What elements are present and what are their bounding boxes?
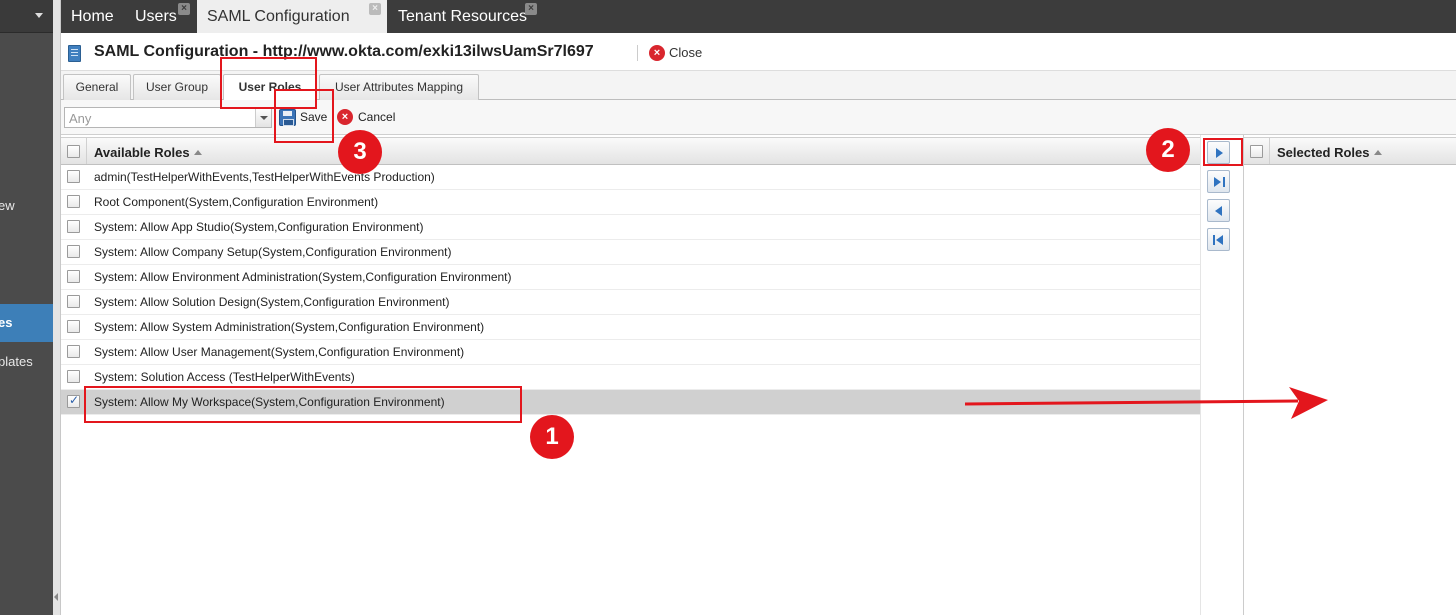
role-label: Root Component(System,Configuration Envi…: [94, 195, 379, 209]
tab-label: Tenant Resources: [398, 8, 527, 25]
filter-value: Any: [69, 111, 92, 126]
tab-label: Users: [135, 8, 177, 25]
annotation-box-selected-row: [84, 386, 522, 423]
move-all-left-button[interactable]: [1207, 228, 1230, 251]
close-icon[interactable]: ×: [178, 3, 190, 15]
close-label: Close: [669, 45, 703, 60]
row-checkbox[interactable]: [67, 393, 80, 408]
header-checkbox-cell: [1244, 138, 1270, 164]
chevron-down-icon[interactable]: [255, 108, 271, 127]
role-label: System: Solution Access (TestHelperWithE…: [94, 370, 355, 384]
annotation-step-1: 1: [530, 415, 574, 459]
grid-header: Available Roles: [61, 137, 1200, 165]
row-checkbox[interactable]: [67, 295, 80, 308]
row-checkbox[interactable]: [67, 170, 80, 183]
tab-home[interactable]: Home: [61, 0, 125, 33]
table-row[interactable]: admin(TestHelperWithEvents,TestHelperWit…: [61, 165, 1200, 190]
close-icon: ×: [649, 45, 665, 61]
top-tab-bar: Home Users × SAML Configuration × Tenant R…: [61, 0, 1456, 33]
header-checkbox-cell: [61, 138, 87, 164]
grid-rows: admin(TestHelperWithEvents,TestHelperWit…: [61, 165, 1200, 415]
row-checkbox[interactable]: [67, 220, 80, 233]
tab-tenant-resources[interactable]: Tenant Resources ×: [388, 0, 548, 33]
role-label: admin(TestHelperWithEvents,TestHelperWit…: [94, 170, 435, 184]
tab-label: SAML Configuration: [207, 8, 350, 25]
row-checkbox[interactable]: [67, 370, 80, 383]
page-title: SAML Configuration - http://www.okta.com…: [94, 43, 594, 60]
close-button[interactable]: × Close: [649, 44, 702, 62]
left-sidebar: ew es plates: [0, 0, 53, 615]
annotation-box-save: [274, 89, 334, 143]
table-row[interactable]: Root Component(System,Configuration Envi…: [61, 190, 1200, 215]
annotation-step-3: 3: [338, 130, 382, 174]
annotation-arrow: [964, 387, 1328, 419]
table-row[interactable]: System: Allow Company Setup(System,Confi…: [61, 240, 1200, 265]
role-label: System: Allow App Studio(System,Configur…: [94, 220, 424, 234]
cancel-label: Cancel: [358, 110, 396, 124]
sidebar-item[interactable]: plates: [0, 352, 53, 372]
move-left-button[interactable]: [1207, 199, 1230, 222]
sidebar-dropdown[interactable]: [0, 0, 53, 33]
row-checkbox[interactable]: [67, 245, 80, 258]
column-header-available-roles[interactable]: Available Roles: [94, 145, 202, 160]
available-roles-grid: Available Roles admin(TestHelperWithEven…: [61, 135, 1200, 615]
sort-ascending-icon: [193, 150, 202, 155]
arrow-left-icon: [1215, 206, 1222, 216]
header-label: Available Roles: [94, 145, 190, 160]
sidebar-item[interactable]: ew: [0, 196, 53, 216]
row-checkbox[interactable]: [67, 320, 80, 333]
arrow-left-end-icon: [1216, 235, 1223, 245]
row-checkbox[interactable]: [67, 270, 80, 283]
tab-user-group[interactable]: User Group: [133, 74, 221, 100]
filter-select[interactable]: Any: [64, 107, 272, 128]
tab-general[interactable]: General: [63, 74, 131, 100]
cancel-button[interactable]: × Cancel: [337, 108, 395, 128]
table-row[interactable]: System: Allow User Management(System,Con…: [61, 340, 1200, 365]
role-label: System: Allow Solution Design(System,Con…: [94, 295, 450, 309]
sort-ascending-icon: [1373, 150, 1382, 155]
tab-label: Home: [71, 8, 114, 25]
table-row[interactable]: System: Allow Solution Design(System,Con…: [61, 290, 1200, 315]
row-checkbox[interactable]: [67, 345, 80, 358]
annotation-box-move-right: [1203, 138, 1243, 166]
grid-header: Selected Roles: [1244, 137, 1456, 165]
arrow-head: [1289, 387, 1328, 419]
mover-buttons: [1200, 135, 1242, 615]
tab-users[interactable]: Users ×: [125, 0, 197, 33]
close-icon[interactable]: ×: [369, 3, 381, 15]
table-row[interactable]: System: Allow System Administration(Syst…: [61, 315, 1200, 340]
row-checkbox[interactable]: [67, 195, 80, 208]
tab-user-attributes-mapping[interactable]: User Attributes Mapping: [319, 74, 479, 100]
cancel-icon: ×: [337, 109, 353, 125]
selected-roles-grid: Selected Roles: [1243, 135, 1456, 615]
arrow-shaft: [964, 399, 1299, 406]
sidebar-item-active[interactable]: es: [0, 304, 53, 342]
bar-icon: [1213, 235, 1215, 245]
move-all-right-button[interactable]: [1207, 170, 1230, 193]
role-label: System: Allow User Management(System,Con…: [94, 345, 465, 359]
bar-icon: [1223, 177, 1225, 187]
collapse-arrow-icon: [54, 593, 58, 601]
tab-saml-configuration[interactable]: SAML Configuration ×: [197, 0, 387, 33]
select-all-checkbox[interactable]: [67, 145, 80, 158]
role-label: System: Allow System Administration(Syst…: [94, 320, 485, 334]
arrow-right-end-icon: [1214, 177, 1221, 187]
annotation-step-2: 2: [1146, 128, 1190, 172]
document-icon: [68, 45, 81, 62]
role-label: System: Allow Environment Administration…: [94, 270, 512, 284]
sidebar-collapse-rail[interactable]: [53, 0, 61, 615]
close-icon[interactable]: ×: [525, 3, 537, 15]
header-label: Selected Roles: [1277, 145, 1370, 160]
divider: [637, 45, 638, 61]
select-all-checkbox[interactable]: [1250, 145, 1263, 158]
table-row[interactable]: System: Allow App Studio(System,Configur…: [61, 215, 1200, 240]
column-header-selected-roles[interactable]: Selected Roles: [1277, 145, 1382, 160]
chevron-down-icon: [35, 13, 43, 18]
role-label: System: Allow Company Setup(System,Confi…: [94, 245, 452, 259]
table-row[interactable]: System: Allow Environment Administration…: [61, 265, 1200, 290]
